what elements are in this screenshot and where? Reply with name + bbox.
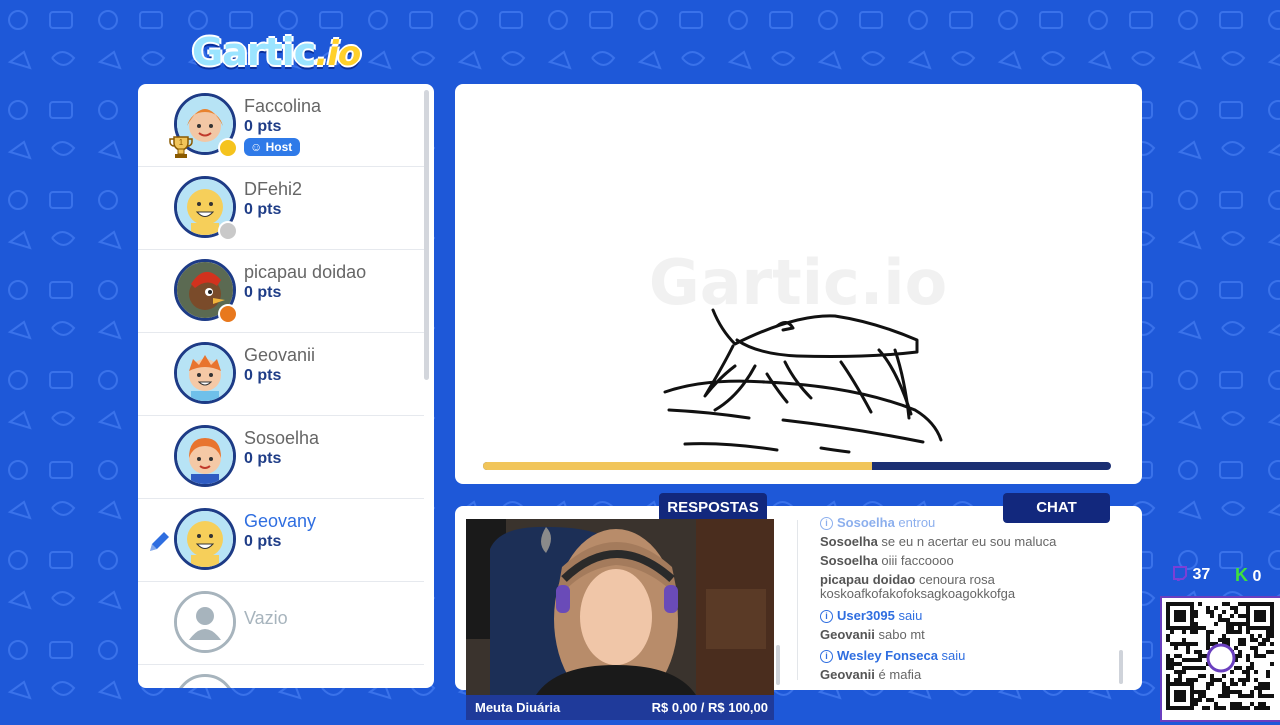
qr-code xyxy=(1160,596,1280,722)
player-points: 0 pts xyxy=(244,284,282,301)
chat-message: Geovanii sabo mt xyxy=(820,628,1120,642)
player-name: Faccolina xyxy=(244,96,322,116)
status-dot xyxy=(218,138,238,158)
chat-text: se eu n acertar eu sou maluca xyxy=(881,534,1057,549)
kick-counter: K 0 xyxy=(1235,565,1261,586)
drawing-canvas[interactable]: Gartic.io xyxy=(455,84,1142,484)
chat-user: picapau doidao xyxy=(820,572,916,587)
chat-divider xyxy=(797,520,798,680)
host-label: Host xyxy=(265,140,293,154)
chat-user: Sosoelha xyxy=(820,553,878,568)
player-name: Geovanii xyxy=(244,345,316,365)
chat-text: saiu xyxy=(941,648,966,663)
chat-text: oiii faccoooo xyxy=(881,553,954,568)
player-row-2[interactable]: DFehi2 0 pts xyxy=(138,167,424,250)
chat-message: Sosoelha se eu n acertar eu sou maluca xyxy=(820,535,1120,549)
viewer-count: 37 xyxy=(1192,566,1211,583)
chat-text: sabo mt xyxy=(878,627,925,642)
chat-user: Geovanii xyxy=(820,667,875,682)
player-avatar xyxy=(174,342,236,404)
pencil-icon xyxy=(150,532,169,551)
info-icon: i xyxy=(820,650,833,663)
player-name: picapau doidao xyxy=(244,262,367,282)
player-points: 0 pts xyxy=(244,118,282,135)
player-row-3[interactable]: picapau doidao 0 pts xyxy=(138,250,424,333)
players-panel: 1 Faccolina 0 pts ☺ Host DFehi2 0 pts pi… xyxy=(138,84,434,688)
chat-message: i Wesley Fonseca saiu xyxy=(820,649,1120,663)
player-row-6[interactable]: Geovany 0 pts xyxy=(138,499,424,582)
host-badge: ☺ Host xyxy=(244,138,301,156)
chat-text: entrou xyxy=(898,516,936,530)
kick-count: 0 xyxy=(1252,568,1262,585)
rank-number: 1 xyxy=(179,138,184,147)
info-icon: i xyxy=(820,517,833,530)
chat-log: i Sosoelha entrou Sosoelha se eu n acerta… xyxy=(820,516,1120,686)
chat-user: Sosoelha xyxy=(837,516,895,530)
goal-value: R$ 0,00 / R$ 100,00 xyxy=(651,700,768,715)
trophy-icon: 1 xyxy=(169,136,193,158)
player-avatar xyxy=(174,508,236,570)
status-dot xyxy=(218,304,238,324)
chat-message: i User3095 saiu xyxy=(820,609,1120,623)
empty-avatar-icon xyxy=(174,591,236,653)
chat-text: saiu xyxy=(898,608,923,623)
logo-text: Gartic xyxy=(192,30,316,74)
player-points: 0 pts xyxy=(244,201,282,218)
player-name: Vazio xyxy=(244,608,288,628)
logo-suffix: .io xyxy=(315,34,361,74)
chat-text: é mafia xyxy=(878,667,922,682)
host-icon: ☺ xyxy=(250,140,266,154)
chat-message: picapau doidao cenoura rosa koskoafkofak… xyxy=(820,573,1070,601)
player-avatar xyxy=(174,425,236,487)
drawing-strokes: Gartic.io xyxy=(649,246,947,454)
chat-user: Sosoelha xyxy=(820,534,878,549)
timer-bar xyxy=(483,462,1111,470)
player-points: 0 pts xyxy=(244,367,282,384)
player-row-5[interactable]: Sosoelha 0 pts xyxy=(138,416,424,499)
player-points: 0 pts xyxy=(244,450,282,467)
player-name: Geovany xyxy=(244,511,317,531)
answers-scrollbar[interactable] xyxy=(776,645,780,685)
player-name: DFehi2 xyxy=(244,179,303,199)
webcam-image xyxy=(466,519,774,695)
viewer-icon xyxy=(1173,566,1187,584)
empty-avatar-icon xyxy=(174,674,236,688)
gartic-logo[interactable]: Gartic.io xyxy=(192,30,382,76)
chat-user: Geovanii xyxy=(820,627,875,642)
chat-scrollbar[interactable] xyxy=(1119,650,1123,684)
chat-user: User3095 xyxy=(837,608,895,623)
chat-message: Geovanii é mafia xyxy=(820,668,1120,682)
chat-user: Wesley Fonseca xyxy=(837,648,938,663)
canvas-watermark: Gartic.io xyxy=(649,246,947,319)
player-row-1[interactable]: 1 Faccolina 0 pts ☺ Host xyxy=(138,84,424,167)
info-icon: i xyxy=(820,610,833,623)
player-name: Sosoelha xyxy=(244,428,320,448)
stream-goal-bar: Meuta Diuária R$ 0,00 / R$ 100,00 xyxy=(466,695,774,720)
qr-code-image xyxy=(1162,598,1280,720)
goal-label: Meuta Diuária xyxy=(475,700,561,715)
chat-message: Sosoelha oiii faccoooo xyxy=(820,554,1120,568)
player-points: 0 pts xyxy=(244,533,282,550)
webcam-overlay xyxy=(466,519,774,695)
players-scrollbar[interactable] xyxy=(424,90,429,380)
player-row-partial xyxy=(138,665,424,688)
chat-message: i Sosoelha entrou xyxy=(820,516,1120,530)
status-dot xyxy=(218,221,238,241)
player-row-4[interactable]: Geovanii 0 pts xyxy=(138,333,424,416)
viewer-counter: 37 xyxy=(1172,565,1210,584)
timer-fill xyxy=(483,462,873,470)
player-row-empty: Vazio xyxy=(138,582,424,665)
kick-icon: K xyxy=(1235,565,1248,585)
